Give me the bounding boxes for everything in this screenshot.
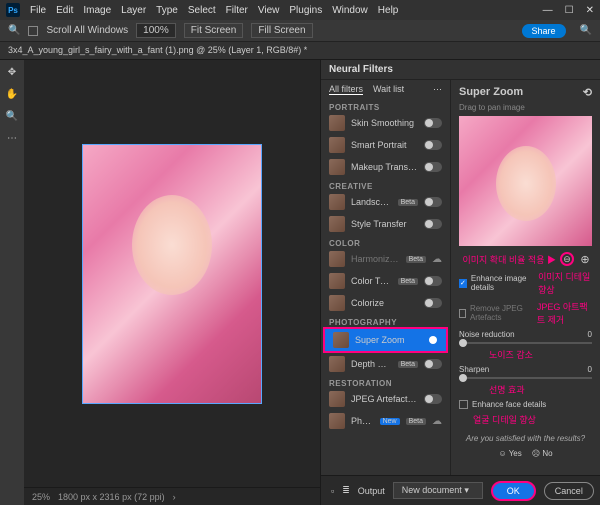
neural-filters-panel: Neural Filters All filters Wait list ⋯ P… bbox=[320, 60, 600, 505]
filter-detail-pane: Super Zoom ⟲ Drag to pan image 이미지 확대 비율 … bbox=[451, 80, 600, 475]
app-logo: Ps bbox=[6, 3, 20, 17]
filter-depth-blur[interactable]: Depth BlurBeta bbox=[321, 353, 450, 375]
sharpen-slider[interactable] bbox=[459, 377, 592, 379]
thumbs-up-icon[interactable]: ☺ Yes bbox=[498, 449, 521, 458]
enhance-face-label: Enhance face details bbox=[472, 400, 546, 409]
filter-colorize[interactable]: Colorize bbox=[321, 292, 450, 314]
noise-slider[interactable] bbox=[459, 342, 592, 344]
options-bar: 🔍 Scroll All Windows 100% Fit Screen Fil… bbox=[0, 20, 600, 42]
enhance-image-label: Enhance image details bbox=[471, 274, 532, 292]
thumbs-down-icon[interactable]: ☹ No bbox=[532, 449, 553, 458]
ok-button[interactable]: OK bbox=[491, 481, 536, 501]
group-portraits: PORTRAITS bbox=[321, 99, 450, 112]
annotation-face: 얼굴 디테일 향상 bbox=[473, 413, 592, 426]
more-icon[interactable]: ⋯ bbox=[433, 84, 442, 95]
annotation-zoom-ratio: 이미지 확대 비율 적용 ▶ bbox=[462, 253, 556, 266]
filter-skin-smoothing[interactable]: Skin Smoothing bbox=[321, 112, 450, 134]
noise-value: 0 bbox=[588, 330, 592, 339]
zoom-tool-icon[interactable]: 🔍 bbox=[4, 108, 20, 124]
layers-icon[interactable]: ≣ bbox=[342, 485, 350, 496]
menu-edit[interactable]: Edit bbox=[56, 5, 73, 16]
annotation-noise: 노이즈 감소 bbox=[489, 348, 592, 361]
filter-makeup-transfer[interactable]: Makeup Transfer bbox=[321, 156, 450, 178]
menu-filter[interactable]: Filter bbox=[226, 5, 248, 16]
filter-jpeg-artefacts[interactable]: JPEG Artefacts Re... bbox=[321, 388, 450, 410]
more-tools-icon[interactable]: ⋯ bbox=[4, 130, 20, 146]
preview-toggle-icon[interactable]: ▫ bbox=[331, 486, 334, 496]
cloud-icon: ☁ bbox=[432, 416, 442, 427]
menu-view[interactable]: View bbox=[258, 5, 280, 16]
enhance-image-checkbox[interactable]: ✓ bbox=[459, 279, 467, 288]
hand-tool-icon[interactable]: ✋ bbox=[4, 86, 20, 102]
filter-color-transfer[interactable]: Color Trans...Beta bbox=[321, 270, 450, 292]
fit-screen-button[interactable]: Fit Screen bbox=[184, 23, 244, 38]
menu-window[interactable]: Window bbox=[332, 5, 368, 16]
cloud-icon: ☁ bbox=[432, 254, 442, 265]
group-restoration: RESTORATION bbox=[321, 375, 450, 388]
output-label: Output bbox=[358, 486, 385, 496]
filter-landscape[interactable]: Landscape...Beta bbox=[321, 191, 450, 213]
filter-style-transfer[interactable]: Style Transfer bbox=[321, 213, 450, 235]
canvas-area: 25% 1800 px x 2316 px (72 ppi) › bbox=[24, 60, 320, 505]
menubar: Ps File Edit Image Layer Type Select Fil… bbox=[0, 0, 600, 20]
annotation-jpeg: JPEG 아트팩트 제거 bbox=[537, 300, 592, 326]
preview-image[interactable] bbox=[459, 116, 592, 246]
menu-image[interactable]: Image bbox=[83, 5, 111, 16]
document-tab[interactable]: 3x4_A_young_girl_s_fairy_with_a_fant (1)… bbox=[8, 45, 307, 55]
filter-smart-portrait[interactable]: Smart Portrait bbox=[321, 134, 450, 156]
document-tab-bar: 3x4_A_young_girl_s_fairy_with_a_fant (1)… bbox=[0, 42, 600, 60]
group-photography: PHOTOGRAPHY bbox=[321, 314, 450, 327]
annotation-sharpen: 선명 효과 bbox=[489, 383, 592, 396]
menu-plugins[interactable]: Plugins bbox=[289, 5, 322, 16]
group-color: COLOR bbox=[321, 235, 450, 248]
maximize-icon[interactable]: ☐ bbox=[565, 5, 574, 16]
menu-help[interactable]: Help bbox=[378, 5, 399, 16]
status-zoom[interactable]: 25% bbox=[32, 492, 50, 502]
zoom-level-input[interactable]: 100% bbox=[136, 23, 176, 38]
tab-wait-list[interactable]: Wait list bbox=[373, 84, 404, 95]
fill-screen-button[interactable]: Fill Screen bbox=[251, 23, 312, 38]
zoom-out-icon[interactable]: ⊖ bbox=[560, 252, 574, 266]
menu-layer[interactable]: Layer bbox=[121, 5, 146, 16]
filter-list: All filters Wait list ⋯ PORTRAITS Skin S… bbox=[321, 80, 451, 475]
search-icon[interactable]: 🔍 bbox=[580, 25, 592, 36]
zoom-in-icon[interactable]: ⊕ bbox=[578, 252, 592, 266]
detail-title: Super Zoom bbox=[459, 86, 523, 99]
status-chevron-icon[interactable]: › bbox=[173, 492, 176, 502]
noise-label: Noise reduction bbox=[459, 330, 515, 339]
drag-hint: Drag to pan image bbox=[459, 103, 592, 112]
group-creative: CREATIVE bbox=[321, 178, 450, 191]
canvas-image[interactable] bbox=[82, 144, 262, 404]
tab-all-filters[interactable]: All filters bbox=[329, 84, 363, 95]
scroll-all-label: Scroll All Windows bbox=[46, 25, 128, 36]
sharpen-value: 0 bbox=[588, 365, 592, 374]
close-icon[interactable]: ✕ bbox=[586, 5, 594, 16]
panel-title: Neural Filters bbox=[321, 60, 600, 80]
menu-select[interactable]: Select bbox=[188, 5, 216, 16]
sharpen-label: Sharpen bbox=[459, 365, 489, 374]
remove-jpeg-label: Remove JPEG Artefacts bbox=[470, 304, 531, 322]
satisfied-prompt: Are you satisfied with the results? bbox=[459, 434, 592, 443]
tools-panel: ✥ ✋ 🔍 ⋯ bbox=[0, 60, 24, 505]
status-dims: 1800 px x 2316 px (72 ppi) bbox=[58, 492, 165, 502]
minimize-icon[interactable]: — bbox=[543, 5, 553, 16]
panel-footer: ▫ ≣ Output New document ▾ OK Cancel bbox=[321, 475, 600, 505]
move-tool-icon[interactable]: ✥ bbox=[4, 64, 20, 80]
filter-super-zoom[interactable]: Super Zoom bbox=[323, 327, 448, 353]
menu-file[interactable]: File bbox=[30, 5, 46, 16]
menu-type[interactable]: Type bbox=[156, 5, 178, 16]
scroll-all-checkbox[interactable] bbox=[28, 26, 38, 36]
filter-harmonization[interactable]: Harmoniza...Beta☁ bbox=[321, 248, 450, 270]
filter-photo-restoration[interactable]: Pho...NewBeta☁ bbox=[321, 410, 450, 432]
annotation-image-detail: 이미지 디테일 향상 bbox=[538, 270, 592, 296]
reset-icon[interactable]: ⟲ bbox=[583, 86, 592, 99]
cancel-button[interactable]: Cancel bbox=[544, 482, 594, 500]
zoom-tool-icon: 🔍 bbox=[8, 25, 20, 36]
share-button[interactable]: Share bbox=[522, 24, 566, 38]
enhance-face-checkbox[interactable] bbox=[459, 400, 468, 409]
status-bar: 25% 1800 px x 2316 px (72 ppi) › bbox=[24, 487, 320, 505]
output-select[interactable]: New document ▾ bbox=[393, 482, 483, 499]
remove-jpeg-checkbox[interactable] bbox=[459, 309, 466, 318]
